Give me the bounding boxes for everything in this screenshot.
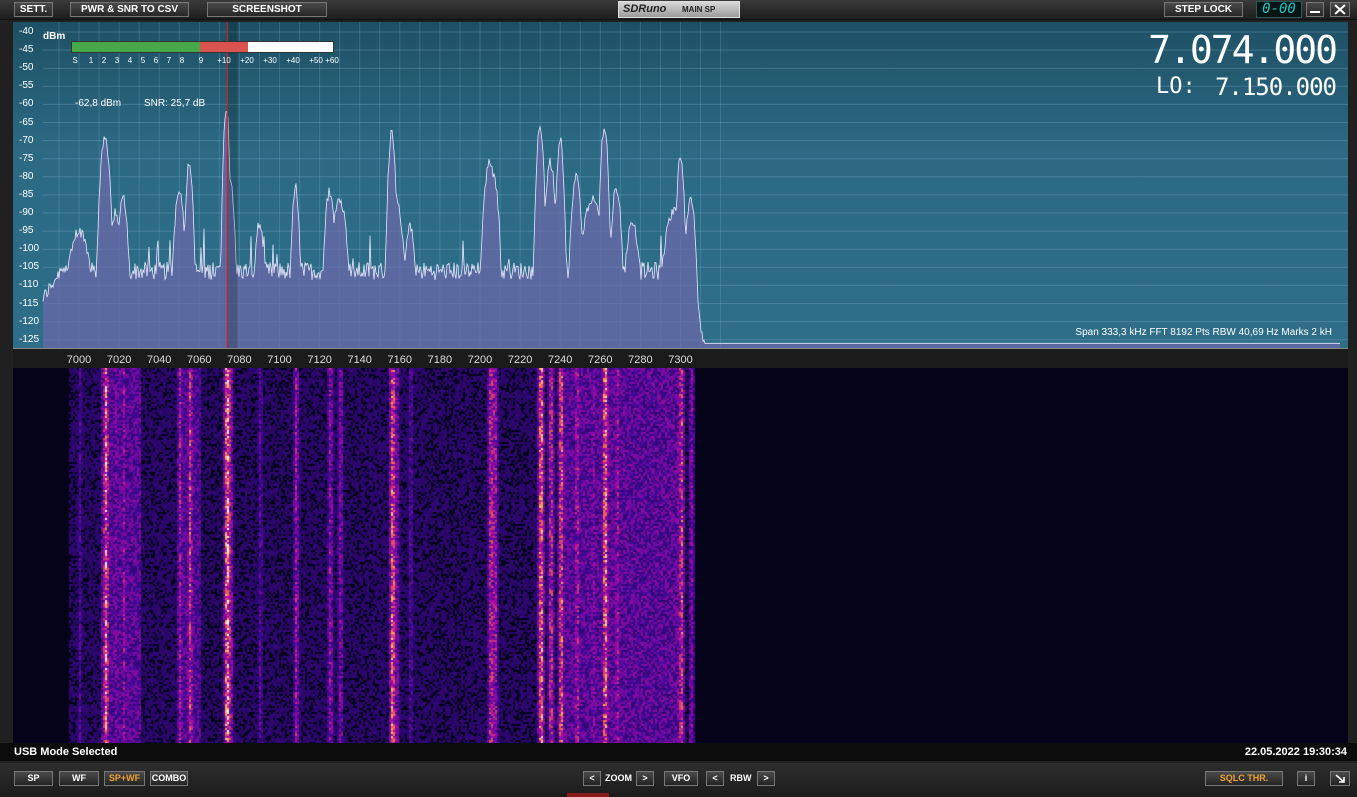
freq-tick-label: 7220: [507, 354, 533, 366]
freq-tick-label: 7160: [387, 354, 413, 366]
pwr-snr-to-csv-button[interactable]: PWR & SNR TO CSV: [70, 2, 189, 17]
zoom-out-button[interactable]: <: [583, 771, 601, 786]
vfo-readout[interactable]: 0-00: [1256, 1, 1302, 18]
frequency-axis: 7000 7020 7040 7060 7080 7100 7120 7140 7160 7180…: [13, 348, 1348, 368]
s-meter-scale: S 1 2 3 4 5 6 7 8 9 +10 +20 +30 +40 +50 +60: [71, 56, 341, 66]
y-tick-label: -105: [19, 261, 40, 273]
mode-status: USB Mode Selected: [14, 746, 118, 758]
s-meter-fill-green: [72, 42, 200, 52]
freq-tick-label: 7180: [427, 354, 453, 366]
filter-passband: [227, 22, 238, 348]
rbw-down-button[interactable]: <: [706, 771, 724, 786]
y-tick-label: -55: [19, 80, 34, 92]
freq-tick-label: 7200: [467, 354, 493, 366]
resize-icon[interactable]: [1330, 771, 1350, 786]
y-tick-label: -70: [19, 134, 34, 146]
freq-tick-label: 7140: [347, 354, 372, 366]
y-tick-label: -110: [19, 279, 39, 291]
sp-wf-view-button[interactable]: SP+WF: [104, 771, 145, 786]
y-tick-label: -90: [19, 207, 34, 218]
sqlc-threshold-button[interactable]: SQLC THR.: [1205, 771, 1283, 786]
info-button[interactable]: i: [1297, 771, 1315, 786]
lo-label: LO:: [1156, 74, 1196, 99]
smeter-tick: 2: [101, 56, 107, 65]
settings-button[interactable]: SETT.: [14, 2, 53, 17]
smeter-tick: 8: [179, 56, 185, 65]
y-tick-label: -50: [19, 62, 34, 74]
zoom-label: ZOOM: [605, 773, 632, 783]
screenshot-button[interactable]: SCREENSHOT: [207, 2, 327, 17]
freq-tick-label: 7080: [227, 354, 252, 366]
minimize-icon[interactable]: [1306, 2, 1324, 17]
sdruno-main-window: SETT. PWR & SNR TO CSV SCREENSHOT SDRuno…: [0, 0, 1357, 797]
freq-tick-label: 7280: [628, 354, 653, 366]
y-tick-label: -85: [19, 188, 34, 200]
y-axis-unit: dBm: [43, 31, 66, 42]
smeter-tick: 6: [153, 56, 159, 65]
y-tick-label: -60: [19, 98, 34, 110]
vfo-button[interactable]: VFO: [664, 771, 698, 786]
combo-view-button[interactable]: COMBO: [150, 771, 188, 786]
app-title-badge: SDRuno MAIN SP: [618, 1, 740, 18]
status-strip: USB Mode Selected 22.05.2022 19:30:34: [0, 743, 1357, 761]
smeter-tick: +50: [309, 56, 323, 65]
rbw-label: RBW: [730, 773, 752, 783]
freq-tick-label: 7000: [66, 354, 92, 366]
freq-tick-label: 7040: [146, 354, 172, 366]
smeter-tick: +40: [286, 56, 300, 65]
smeter-tick: 4: [127, 56, 133, 65]
step-lock-button[interactable]: STEP LOCK: [1164, 2, 1243, 17]
brand-logo: SDRuno: [623, 3, 667, 15]
y-tick-label: -100: [19, 243, 40, 255]
lo-frequency[interactable]: 7.150.000: [1215, 73, 1337, 101]
y-tick-label: -80: [19, 170, 34, 182]
smeter-tick: +10: [217, 56, 231, 65]
y-tick-label: -115: [19, 297, 39, 309]
bottom-toolbar: SP WF SP+WF COMBO < ZOOM > VFO < RBW > S…: [0, 763, 1357, 797]
smeter-tick: +60: [325, 56, 339, 65]
smeter-tick: 7: [166, 56, 172, 65]
s-meter-bar: [71, 41, 334, 53]
wf-view-button[interactable]: WF: [59, 771, 99, 786]
freq-tick-label: 7300: [668, 354, 693, 366]
y-tick-label: -125: [19, 333, 40, 345]
signal-level-readout: -62,8 dBm: [75, 98, 122, 109]
smeter-tick: +30: [263, 56, 277, 65]
spectrum-display[interactable]: -40 -45 -50 -55 -60 -65 -70 -75 -80 -85 -90 -95 -100…: [13, 22, 1348, 348]
close-icon[interactable]: [1330, 2, 1350, 17]
freq-tick-label: 7120: [307, 354, 332, 366]
span-fft-info: Span 333,3 kHz FFT 8192 Pts RBW 40,69 Hz…: [1075, 327, 1332, 338]
y-tick-label: -75: [19, 152, 34, 164]
smeter-tick: +20: [240, 56, 254, 65]
y-tick-label: -120: [19, 315, 40, 327]
tuned-frequency[interactable]: 7.074.000: [1148, 30, 1338, 70]
freq-tick-label: 7060: [187, 354, 212, 366]
y-tick-label: -95: [19, 225, 34, 237]
y-tick-label: -65: [19, 116, 34, 128]
spectrum-fill: [43, 111, 1340, 348]
smeter-tick: 3: [114, 56, 120, 65]
smeter-tick: 1: [88, 56, 94, 65]
sp-view-button[interactable]: SP: [14, 771, 53, 786]
freq-tick-label: 7100: [267, 354, 292, 366]
y-tick-label: -40: [19, 26, 34, 37]
waterfall-canvas: [13, 368, 1348, 743]
rbw-up-button[interactable]: >: [757, 771, 775, 786]
freq-tick-label: 7020: [106, 354, 132, 366]
freq-tick-label: 7260: [588, 354, 613, 366]
s-meter-fill-red: [200, 42, 248, 52]
freq-tick-label: 7240: [547, 354, 573, 366]
datetime-status: 22.05.2022 19:30:34: [1244, 746, 1347, 758]
y-tick-label: -45: [19, 44, 34, 56]
smeter-tick: 5: [140, 56, 146, 65]
snr-readout: SNR: 25,7 dB: [144, 98, 206, 109]
zoom-in-button[interactable]: >: [636, 771, 654, 786]
smeter-tick: 9: [198, 56, 204, 65]
smeter-tick: S: [72, 56, 78, 65]
bottom-accent-bar: [567, 793, 609, 797]
title-toolbar: SETT. PWR & SNR TO CSV SCREENSHOT SDRuno…: [0, 0, 1357, 20]
waterfall-display[interactable]: [13, 368, 1348, 743]
window-name: MAIN SP: [682, 5, 716, 14]
